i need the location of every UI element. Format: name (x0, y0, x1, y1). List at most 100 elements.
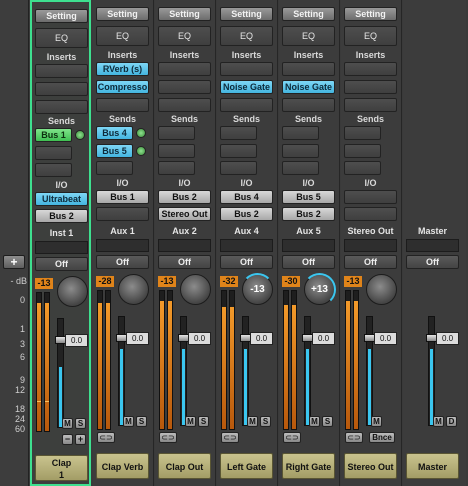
output-slot[interactable]: Bus 2 (35, 209, 88, 223)
group-slot[interactable] (282, 239, 335, 252)
minus-button[interactable]: − (62, 434, 73, 445)
group-slot[interactable] (158, 239, 211, 252)
dim-button[interactable]: D (446, 416, 457, 427)
output-slot[interactable]: Stereo Out (158, 207, 211, 221)
pan-knob[interactable] (366, 274, 397, 305)
eq-display[interactable]: EQ (158, 26, 211, 46)
group-slot[interactable] (96, 239, 149, 252)
channel-strip-master[interactable]: Master Off 0.0 M D Master (403, 0, 466, 486)
group-slot[interactable] (406, 239, 459, 252)
send-level-knob[interactable] (75, 130, 85, 140)
add-channel-button[interactable]: + (3, 255, 25, 269)
track-name-label[interactable]: Right Gate (282, 453, 335, 479)
mute-button[interactable]: M (433, 416, 444, 427)
mute-button[interactable]: M (247, 416, 258, 427)
bounce-button[interactable]: Bnce (369, 432, 395, 443)
solo-button[interactable]: S (260, 416, 271, 427)
insert-slot[interactable] (158, 98, 211, 112)
track-name-label[interactable]: Clap 1 (35, 455, 88, 481)
channel-strip-aux-4[interactable]: Setting EQ Inserts Noise Gate Sends I/O … (217, 0, 278, 486)
insert-slot[interactable] (35, 82, 88, 96)
pan-knob[interactable] (180, 274, 211, 305)
setting-button[interactable]: Setting (35, 9, 88, 23)
output-slot[interactable]: Bus 2 (220, 207, 273, 221)
mute-button[interactable]: M (62, 418, 73, 429)
output-slot[interactable] (96, 207, 149, 221)
volume-fader[interactable] (242, 316, 249, 426)
send-slot[interactable] (158, 126, 195, 140)
input-slot[interactable] (344, 190, 397, 204)
setting-button[interactable]: Setting (282, 7, 335, 21)
pan-knob[interactable]: +13 (303, 273, 336, 306)
send-slot[interactable]: Bus 4 (96, 126, 133, 140)
automation-mode[interactable]: Off (220, 255, 273, 269)
insert-slot[interactable]: Noise Gate (282, 80, 335, 94)
plus-button[interactable]: + (75, 434, 86, 445)
automation-mode[interactable]: Off (282, 255, 335, 269)
link-icon[interactable]: ⊂⊃ (97, 432, 115, 443)
pan-knob[interactable] (57, 276, 88, 307)
insert-slot[interactable]: Noise Gate (220, 80, 273, 94)
volume-fader[interactable] (428, 316, 435, 426)
insert-slot[interactable] (282, 98, 335, 112)
group-slot[interactable] (220, 239, 273, 252)
send-slot[interactable] (282, 144, 319, 158)
setting-button[interactable]: Setting (344, 7, 397, 21)
track-name-label[interactable]: Clap Verb (96, 453, 149, 479)
insert-slot[interactable] (35, 64, 88, 78)
automation-mode[interactable]: Off (344, 255, 397, 269)
eq-display[interactable]: EQ (35, 28, 88, 48)
mute-button[interactable]: M (185, 416, 196, 427)
channel-strip-inst-1[interactable]: Setting EQ Inserts Sends Bus 1 I/O Ultra… (30, 0, 91, 486)
link-icon[interactable]: ⊂⊃ (221, 432, 239, 443)
automation-mode[interactable]: Off (35, 257, 88, 271)
solo-button[interactable]: S (322, 416, 333, 427)
send-slot[interactable] (344, 144, 381, 158)
setting-button[interactable]: Setting (220, 7, 273, 21)
send-level-knob[interactable] (136, 146, 146, 156)
group-slot[interactable] (35, 241, 88, 254)
solo-button[interactable]: S (75, 418, 86, 429)
channel-strip-aux-5[interactable]: Setting EQ Inserts Noise Gate Sends I/O … (279, 0, 340, 486)
link-icon[interactable]: ⊂⊃ (345, 432, 363, 443)
eq-display[interactable]: EQ (282, 26, 335, 46)
input-slot[interactable]: Bus 2 (158, 190, 211, 204)
eq-display[interactable]: EQ (220, 26, 273, 46)
send-slot[interactable] (220, 126, 257, 140)
insert-slot[interactable] (282, 62, 335, 76)
insert-slot[interactable]: Compresso (96, 80, 149, 94)
pan-knob[interactable] (118, 274, 149, 305)
link-icon[interactable]: ⊂⊃ (283, 432, 301, 443)
channel-strip-stereo-out[interactable]: Setting EQ Inserts Sends I/O Stereo Out … (341, 0, 402, 486)
track-name-label[interactable]: Clap Out (158, 453, 211, 479)
input-slot[interactable]: Bus 5 (282, 190, 335, 204)
pan-knob[interactable]: -13 (241, 273, 274, 305)
volume-fader[interactable] (366, 316, 373, 426)
mute-button[interactable]: M (309, 416, 320, 427)
input-slot[interactable]: Ultrabeat (35, 192, 88, 206)
insert-slot[interactable] (344, 80, 397, 94)
mute-button[interactable]: M (123, 416, 134, 427)
send-slot[interactable]: Bus 1 (35, 128, 72, 142)
track-name-label[interactable]: Stereo Out (344, 453, 397, 479)
send-slot[interactable] (158, 161, 195, 175)
input-slot[interactable]: Bus 1 (96, 190, 149, 204)
send-slot[interactable] (220, 144, 257, 158)
send-slot[interactable] (35, 163, 72, 177)
volume-fader[interactable] (304, 316, 311, 426)
automation-mode[interactable]: Off (158, 255, 211, 269)
volume-fader[interactable] (57, 318, 64, 428)
channel-strip-aux-2[interactable]: Setting EQ Inserts Sends I/O Bus 2 Stere… (155, 0, 216, 486)
automation-mode[interactable]: Off (406, 255, 459, 269)
insert-slot[interactable]: RVerb (s) (96, 62, 149, 76)
setting-button[interactable]: Setting (96, 7, 149, 21)
eq-display[interactable]: EQ (344, 26, 397, 46)
send-slot[interactable] (96, 161, 133, 175)
insert-slot[interactable] (96, 98, 149, 112)
insert-slot[interactable] (158, 80, 211, 94)
insert-slot[interactable] (220, 62, 273, 76)
volume-fader[interactable] (118, 316, 125, 426)
group-slot[interactable] (344, 239, 397, 252)
send-slot[interactable] (35, 146, 72, 160)
output-slot[interactable]: Bus 2 (282, 207, 335, 221)
